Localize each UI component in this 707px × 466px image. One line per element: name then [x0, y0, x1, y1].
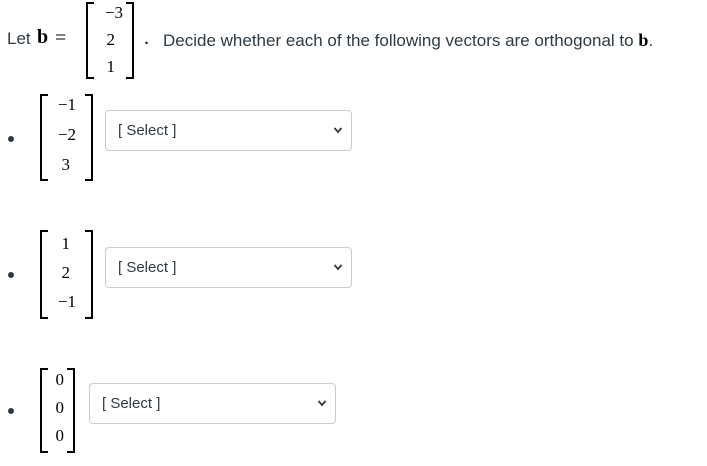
orthogonal-select-2[interactable]: [ Select ] — [105, 247, 352, 288]
bullet-icon — [8, 136, 14, 142]
vector-entry: 2 — [61, 263, 71, 282]
vector-b-name: b — [37, 26, 49, 48]
right-bracket — [85, 230, 93, 319]
orthogonal-select-3[interactable]: [ Select ] — [89, 383, 336, 424]
right-bracket — [126, 2, 134, 79]
instruction-text: Decide whether each of the following vec… — [163, 30, 653, 51]
vector-entry: 0 — [55, 426, 65, 445]
instruction-end: . — [648, 31, 654, 50]
right-bracket — [85, 94, 93, 181]
vector-entry: −1 — [57, 292, 76, 311]
select-value: [ Select ] — [118, 122, 177, 139]
chevron-down-icon — [333, 264, 343, 271]
vector-b-entry: 2 — [106, 30, 116, 49]
vector-entry: −2 — [57, 125, 76, 144]
bullet-icon — [8, 408, 14, 414]
equals-sign: = — [55, 27, 67, 49]
left-bracket — [40, 230, 48, 319]
left-bracket — [40, 368, 48, 453]
left-bracket — [86, 2, 94, 79]
select-value: [ Select ] — [102, 395, 161, 412]
vector-b-entry: 1 — [106, 57, 116, 76]
vector-entry: 1 — [61, 234, 71, 253]
vector-entry: 0 — [55, 370, 65, 389]
instruction-vector: b — [638, 30, 649, 50]
let-label: Let — [7, 29, 31, 48]
orthogonal-select-1[interactable]: [ Select ] — [105, 110, 352, 151]
vector-b-entry: −3 — [104, 3, 123, 22]
instruction-main: Decide whether each of the following vec… — [163, 31, 634, 50]
chevron-down-icon — [333, 127, 343, 134]
right-bracket — [67, 368, 75, 453]
vector-entry: −1 — [57, 95, 76, 114]
select-value: [ Select ] — [118, 259, 177, 276]
left-bracket — [40, 94, 48, 181]
bullet-icon — [8, 272, 14, 278]
vector-entry: 0 — [55, 398, 65, 417]
vector-entry: 3 — [61, 155, 71, 174]
period: . — [144, 27, 149, 49]
chevron-down-icon — [317, 400, 327, 407]
